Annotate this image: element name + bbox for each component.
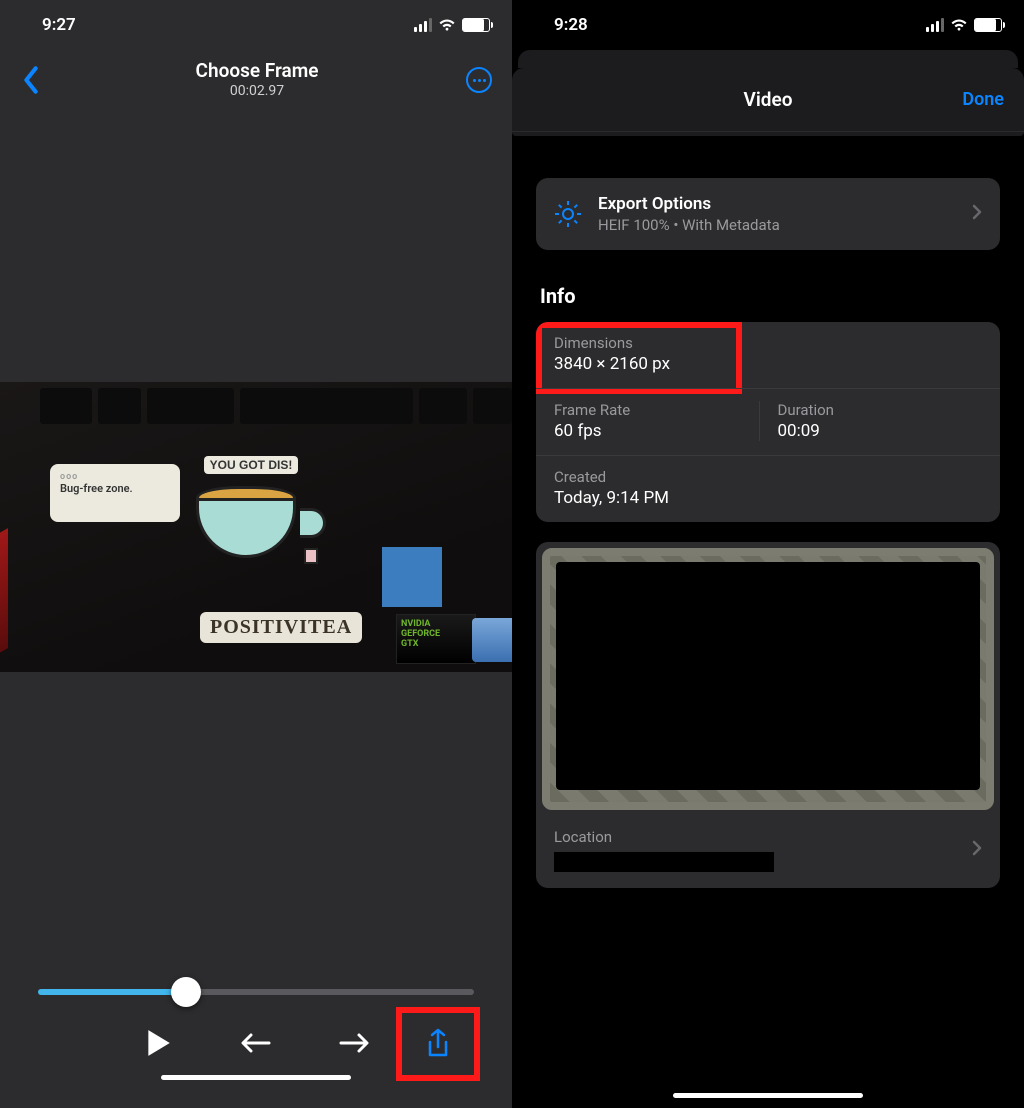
sheet-title: Video xyxy=(744,88,793,111)
play-button[interactable] xyxy=(140,1025,176,1061)
highlight-share xyxy=(396,1007,480,1081)
share-button[interactable] xyxy=(420,1026,456,1062)
sticker-geforce: NVIDIAGEFORCEGTX xyxy=(396,614,476,664)
map-preview[interactable] xyxy=(542,548,994,810)
status-time: 9:28 xyxy=(554,15,588,35)
sticker-blue-badge xyxy=(382,547,442,607)
info-row-created: Created Today, 9:14 PM xyxy=(536,455,1000,522)
location-redacted xyxy=(554,852,774,872)
duration-label: Duration xyxy=(778,401,983,419)
wifi-icon xyxy=(950,18,968,32)
nav-title-block: Choose Frame 00:02.97 xyxy=(48,60,466,100)
status-bar: 9:27 xyxy=(0,0,512,50)
nav-subtitle: 00:02.97 xyxy=(48,83,466,100)
info-row-duration: Duration 00:09 xyxy=(759,401,983,441)
phone-video-info: 9:28 Video Done Export Options HEIF 100%… xyxy=(512,0,1024,1108)
preview-area: ooo Bug-free zone. YOU GOT DIS! POSITIVI… xyxy=(0,110,512,959)
framerate-label: Frame Rate xyxy=(554,401,759,419)
export-subtitle: HEIF 100% • With Metadata xyxy=(598,216,956,234)
created-value: Today, 9:14 PM xyxy=(554,488,982,508)
location-row[interactable]: Location xyxy=(536,816,1000,888)
home-indicator[interactable] xyxy=(673,1093,863,1098)
prev-frame-button[interactable] xyxy=(238,1025,274,1061)
dimensions-label: Dimensions xyxy=(554,334,982,352)
video-frame-preview[interactable]: ooo Bug-free zone. YOU GOT DIS! POSITIVI… xyxy=(0,382,512,672)
duration-value: 00:09 xyxy=(778,421,983,441)
sticker-cup: YOU GOT DIS! xyxy=(196,454,306,558)
more-button[interactable] xyxy=(466,67,492,93)
status-icons xyxy=(926,18,1002,32)
sticker-positivitea: POSITIVITEA xyxy=(200,612,362,643)
player-controls xyxy=(0,959,512,1108)
sheet-content[interactable]: Export Options HEIF 100% • With Metadata… xyxy=(512,136,1024,1088)
status-icons xyxy=(414,18,490,32)
export-options-row[interactable]: Export Options HEIF 100% • With Metadata xyxy=(536,178,1000,250)
sheet-header: Video Done xyxy=(512,68,1024,132)
done-button[interactable]: Done xyxy=(962,89,1004,110)
sticker-intel xyxy=(472,618,512,662)
info-section-header: Info xyxy=(540,284,996,308)
scrubber-slider[interactable] xyxy=(38,989,474,995)
back-button[interactable] xyxy=(14,66,48,94)
wifi-icon xyxy=(438,18,456,32)
phone-choose-frame: 9:27 Choose Frame 00:02.97 ooo Bug-fr xyxy=(0,0,512,1108)
cellular-icon xyxy=(926,18,944,32)
gear-icon xyxy=(554,200,582,228)
next-frame-button[interactable] xyxy=(336,1025,372,1061)
home-indicator[interactable] xyxy=(161,1075,351,1080)
status-time: 9:27 xyxy=(42,15,76,35)
nav-bar: Choose Frame 00:02.97 xyxy=(0,50,512,110)
chevron-right-icon xyxy=(972,204,982,224)
cellular-icon xyxy=(414,18,432,32)
info-row-framerate: Frame Rate 60 fps xyxy=(554,401,777,441)
created-label: Created xyxy=(554,468,982,486)
status-bar: 9:28 xyxy=(512,0,1024,50)
info-row-dimensions: Dimensions 3840 × 2160 px xyxy=(536,322,1000,388)
location-label: Location xyxy=(554,828,958,846)
sheet-background-peek xyxy=(518,50,1018,68)
map-card: Location xyxy=(536,542,1000,888)
info-card: Dimensions 3840 × 2160 px Frame Rate 60 … xyxy=(536,322,1000,522)
sticker-bug-free: ooo Bug-free zone. xyxy=(50,464,180,522)
slider-knob[interactable] xyxy=(171,977,201,1007)
chevron-right-icon xyxy=(972,840,982,860)
dimensions-value: 3840 × 2160 px xyxy=(554,354,982,374)
battery-icon xyxy=(462,18,490,32)
nav-title: Choose Frame xyxy=(48,60,466,83)
battery-icon xyxy=(974,18,1002,32)
export-title: Export Options xyxy=(598,194,956,214)
framerate-value: 60 fps xyxy=(554,421,759,441)
